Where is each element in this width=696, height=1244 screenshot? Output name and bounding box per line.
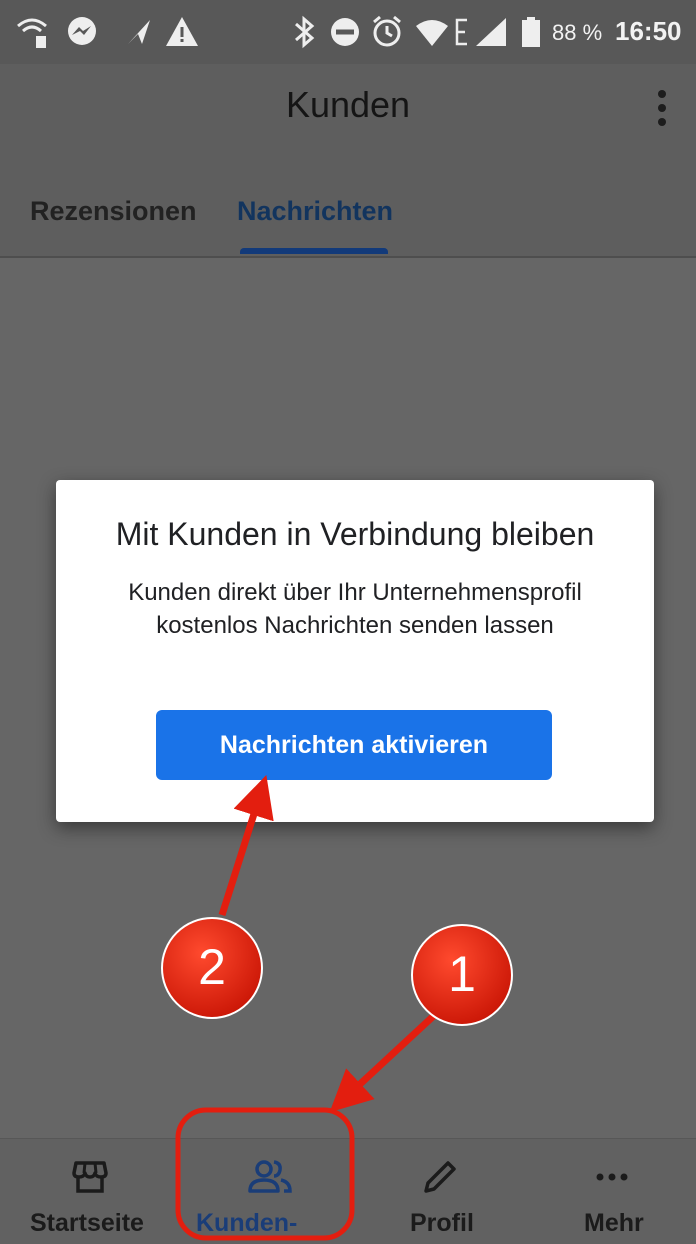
clock: 16:50 <box>615 16 682 46</box>
nav-item-customers[interactable]: Kunden- <box>174 1139 348 1244</box>
battery-icon <box>522 17 540 47</box>
messenger-icon <box>68 17 96 45</box>
badge-1-label: 1 <box>448 946 476 1002</box>
pencil-icon <box>424 1161 456 1193</box>
network-e-icon <box>455 18 467 46</box>
nav-item-profile[interactable]: Profil <box>348 1139 522 1244</box>
more-horiz-icon <box>596 1173 628 1181</box>
bottom-navigation: Startseite Kunden- Profil Mehr <box>0 1138 696 1244</box>
dialog-body: Kunden direkt über Ihr Unternehmensprofi… <box>128 579 582 639</box>
nav-label-more: Mehr <box>584 1209 644 1237</box>
wifi-calling-icon <box>17 18 47 48</box>
dialog-title: Mit Kunden in Verbindung bleiben <box>115 516 595 552</box>
app-bar: Kunden <box>0 64 696 152</box>
alarm-icon <box>373 15 401 47</box>
bluetooth-icon <box>295 15 315 49</box>
activate-messages-button[interactable]: Nachrichten aktivieren <box>156 710 552 780</box>
nav-item-home[interactable]: Startseite <box>0 1139 174 1244</box>
navigation-icon <box>128 20 150 44</box>
do-not-disturb-icon <box>331 18 359 46</box>
nav-item-more[interactable]: Mehr <box>522 1139 696 1244</box>
storefront-icon <box>72 1161 108 1193</box>
nav-label-customers: Kunden- <box>196 1209 298 1237</box>
wifi-icon <box>416 20 448 46</box>
tab-indicator <box>240 248 388 254</box>
battery-percentage: 88 % <box>552 20 603 45</box>
tab-messages[interactable]: Nachrichten <box>237 196 393 227</box>
badge-2-label: 2 <box>198 939 226 995</box>
more-vert-icon[interactable] <box>648 86 676 130</box>
warning-icon <box>166 17 198 46</box>
nav-label-home: Startseite <box>30 1209 144 1237</box>
signal-icon <box>476 18 506 46</box>
status-bar: 88 % 16:50 <box>0 0 696 64</box>
nav-label-profile: Profil <box>410 1209 474 1237</box>
tab-reviews[interactable]: Rezensionen <box>30 196 197 227</box>
messages-dialog: Mit Kunden in Verbindung bleiben Kunden … <box>56 480 654 822</box>
people-icon <box>248 1160 292 1193</box>
page-title: Kunden <box>285 84 411 125</box>
tab-bar: Rezensionen Nachrichten <box>0 152 696 258</box>
